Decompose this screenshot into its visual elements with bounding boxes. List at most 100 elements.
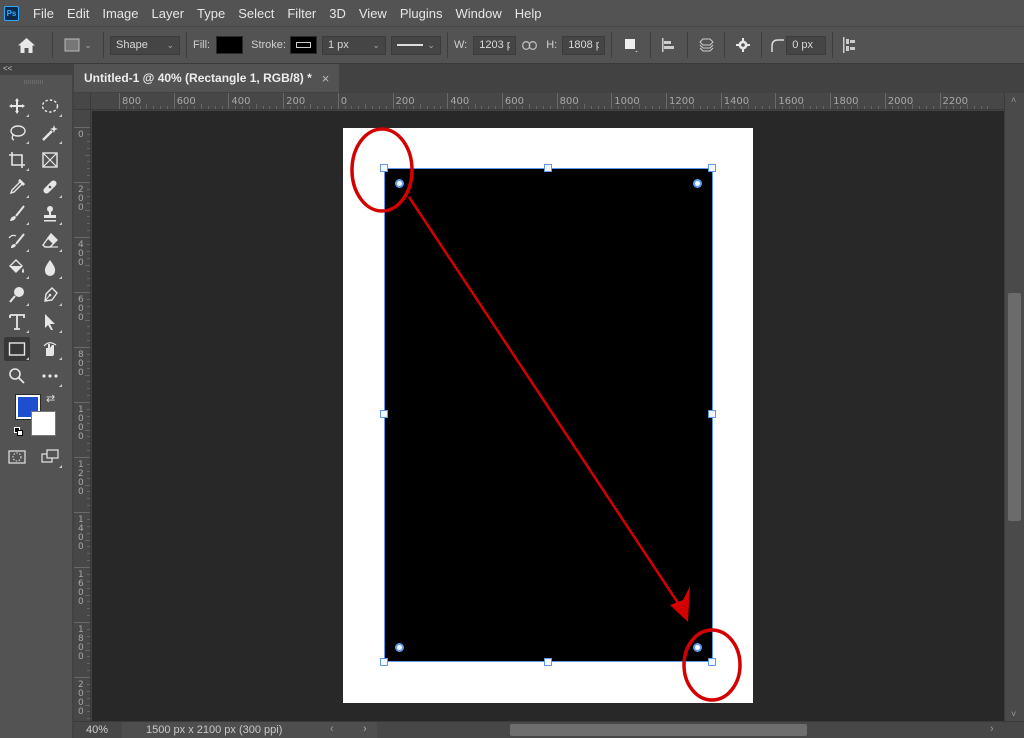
document-info[interactable]: 1500 px x 2100 px (300 ppi) › — [122, 722, 377, 738]
path-alignment-button[interactable] — [657, 37, 681, 53]
document-tab[interactable]: Untitled-1 @ 40% (Rectangle 1, RGB/8) * … — [74, 64, 340, 92]
background-color-swatch[interactable] — [31, 411, 56, 436]
zoom-level[interactable]: 40% — [86, 724, 108, 736]
menu-select[interactable]: Select — [238, 6, 274, 21]
crop-tool[interactable] — [4, 148, 30, 172]
ruler-minor-tick — [87, 608, 90, 610]
stroke-swatch[interactable] — [289, 36, 317, 54]
height-field[interactable]: 1808 px — [562, 35, 606, 55]
blur-tool[interactable] — [37, 256, 63, 280]
quick-mask-button[interactable] — [4, 445, 30, 469]
scroll-left-icon[interactable]: ‹ — [330, 723, 334, 735]
vertical-scroll-thumb[interactable] — [1008, 293, 1021, 521]
menu-file[interactable]: File — [33, 6, 54, 21]
screen-mode-button[interactable] — [37, 445, 63, 469]
separator — [52, 32, 53, 58]
frame-tool[interactable] — [37, 148, 63, 172]
ruler-minor-tick — [317, 106, 319, 109]
horizontal-ruler[interactable]: 800 600 400 200 0 200 400 600 800 1000 1200 1400 160… — [91, 93, 1004, 110]
vertical-ruler[interactable]: 0 200 400 600 800 1000 1200 1400 1600 1800 2000 — [74, 110, 91, 721]
chevron-down-icon: ⌄ — [84, 39, 92, 50]
zoom-tool[interactable] — [4, 364, 30, 388]
link-dimensions-button[interactable] — [516, 40, 542, 50]
rectangle-tool[interactable] — [4, 337, 30, 361]
transform-handle-bottom-left[interactable] — [380, 658, 388, 666]
history-brush-tool[interactable] — [4, 229, 30, 253]
brush-tool[interactable] — [4, 202, 30, 226]
default-colors-icon[interactable] — [14, 427, 24, 437]
ruler-minor-tick — [87, 711, 90, 713]
transform-handle-middle-left[interactable] — [380, 410, 388, 418]
dodge-tool[interactable] — [4, 283, 30, 307]
stroke-line-icon — [396, 44, 424, 46]
close-tab-icon[interactable]: × — [322, 71, 330, 86]
chevron-right-icon[interactable]: › — [363, 723, 367, 735]
corner-radius-widget-top-right[interactable] — [693, 179, 702, 188]
transform-handle-bottom-right[interactable] — [708, 658, 716, 666]
menu-layer[interactable]: Layer — [152, 6, 185, 21]
transform-handle-top-center[interactable] — [544, 164, 552, 172]
pen-tool[interactable] — [37, 283, 63, 307]
path-arrangement-button[interactable] — [694, 37, 718, 53]
corner-radius-widget-bottom-right[interactable] — [693, 643, 702, 652]
paint-bucket-tool[interactable] — [4, 256, 30, 280]
more-tools[interactable] — [37, 364, 63, 388]
eyedropper-tool[interactable] — [4, 175, 30, 199]
tool-mode-select[interactable]: Shape ⌄ — [110, 35, 180, 55]
transform-handle-top-right[interactable] — [708, 164, 716, 172]
magic-wand-tool[interactable] — [37, 121, 63, 145]
width-field[interactable]: 1203 px — [473, 35, 517, 55]
scroll-up-icon[interactable]: ˄ — [1011, 95, 1016, 105]
scroll-down-icon[interactable]: ˅ — [1011, 709, 1016, 719]
stroke-width-field[interactable]: 1 px ⌄ — [321, 35, 386, 55]
corner-radius-field[interactable]: 0 px — [786, 35, 827, 55]
menu-window[interactable]: Window — [455, 6, 501, 21]
ruler-minor-tick — [166, 106, 168, 109]
corner-radius-widget-top-left[interactable] — [395, 179, 404, 188]
lasso-tool[interactable] — [4, 121, 30, 145]
scroll-right-icon[interactable]: › — [990, 723, 994, 735]
home-button[interactable] — [6, 37, 46, 53]
fill-label: Fill: — [193, 39, 211, 51]
horizontal-scroll-thumb[interactable] — [510, 724, 807, 736]
hand-rotate-tool[interactable] — [37, 337, 63, 361]
menu-edit[interactable]: Edit — [67, 6, 89, 21]
collapse-panel-button[interactable]: << — [3, 64, 12, 73]
menu-plugins[interactable]: Plugins — [400, 6, 443, 21]
corner-radius-widget-bottom-left[interactable] — [395, 643, 404, 652]
marquee-tool[interactable] — [37, 94, 63, 118]
clone-stamp-tool[interactable] — [37, 202, 63, 226]
drop-icon — [44, 260, 56, 276]
transform-handle-bottom-center[interactable] — [544, 658, 552, 666]
healing-brush-tool[interactable] — [37, 175, 63, 199]
rectangle-shape[interactable] — [384, 168, 713, 662]
separator — [611, 32, 613, 58]
height-value: 1808 px — [568, 39, 600, 51]
ruler-minor-tick — [87, 505, 90, 507]
move-tool[interactable] — [4, 94, 30, 118]
align-edges-button[interactable] — [839, 37, 859, 53]
path-selection-tool[interactable] — [37, 310, 63, 334]
menu-image[interactable]: Image — [102, 6, 138, 21]
menu-filter[interactable]: Filter — [287, 6, 316, 21]
settings-button[interactable] — [731, 38, 755, 52]
tool-preset-picker[interactable]: ⌄ — [59, 38, 97, 52]
path-operations-button[interactable] — [618, 38, 644, 52]
eraser-tool[interactable] — [37, 229, 63, 253]
menu-help[interactable]: Help — [515, 6, 542, 21]
menu-3d[interactable]: 3D — [329, 6, 346, 21]
menu-view[interactable]: View — [359, 6, 387, 21]
transform-handle-top-left[interactable] — [380, 164, 388, 172]
ruler-minor-tick — [87, 243, 90, 245]
stroke-type-select[interactable]: ⌄ — [390, 35, 441, 55]
type-tool[interactable] — [4, 310, 30, 334]
panel-grip[interactable] — [24, 80, 44, 84]
ruler-minor-tick — [918, 106, 920, 109]
swap-colors-icon[interactable]: ⇄ — [46, 392, 55, 405]
vertical-scrollbar[interactable]: ˄ ˅ — [1004, 93, 1024, 721]
ruler-origin[interactable] — [74, 93, 91, 110]
fill-swatch[interactable] — [216, 36, 244, 54]
align-edges-icon — [843, 37, 856, 53]
transform-handle-middle-right[interactable] — [708, 410, 716, 418]
menu-type[interactable]: Type — [197, 6, 225, 21]
